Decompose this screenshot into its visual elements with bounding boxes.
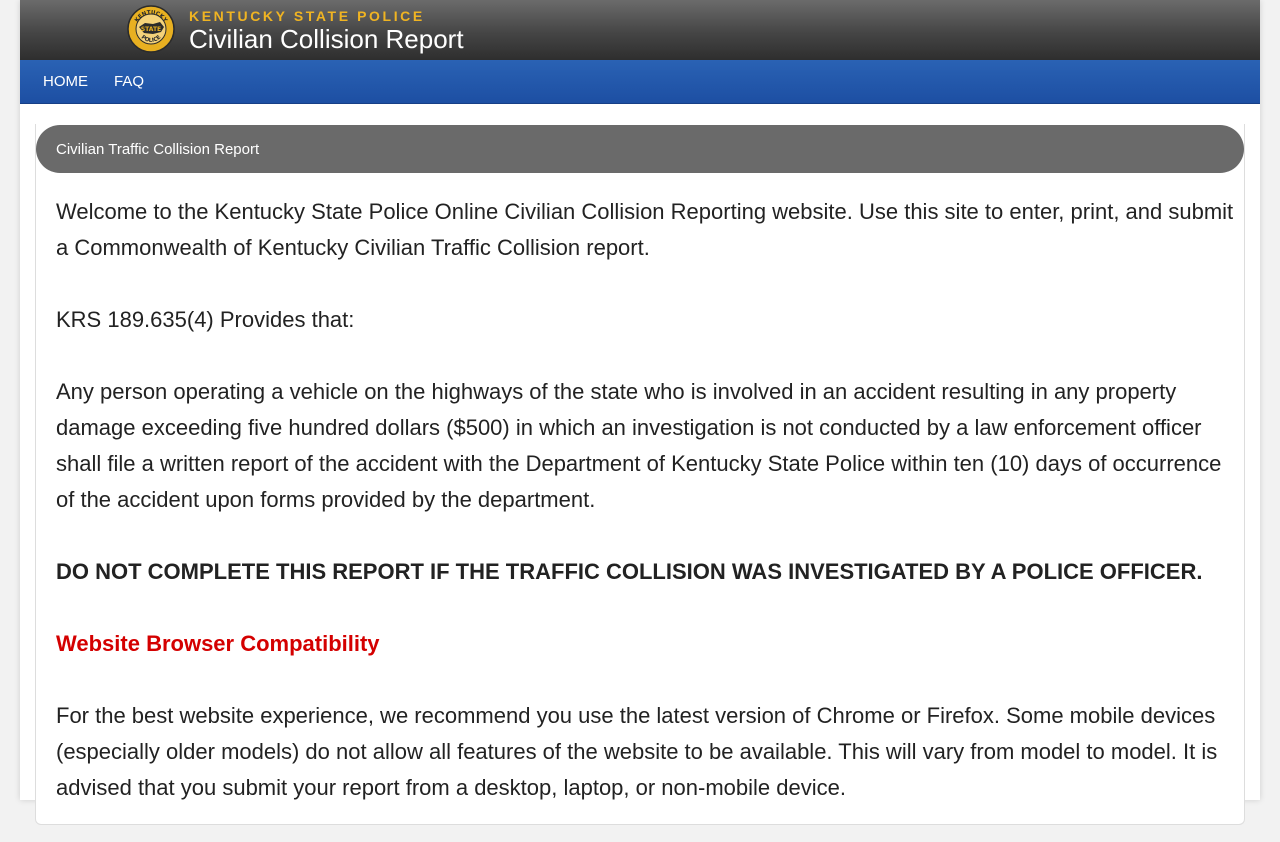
nav-faq-link[interactable]: FAQ: [114, 73, 144, 90]
statute-intro: KRS 189.635(4) Provides that:: [56, 307, 355, 332]
ksp-seal-icon: KENTUCKY STATE POLICE: [127, 5, 175, 53]
site-header: KENTUCKY STATE POLICE KENTUCKY STATE POL…: [20, 0, 1260, 60]
warning-text: DO NOT COMPLETE THIS REPORT IF THE TRAFF…: [56, 559, 1203, 584]
panel-body: Welcome to the Kentucky State Police Onl…: [56, 194, 1236, 842]
compatibility-title: Website Browser Compatibility: [56, 631, 380, 656]
statute-text: Any person operating a vehicle on the hi…: [56, 379, 1222, 512]
compatibility-text: For the best website experience, we reco…: [56, 703, 1218, 800]
main-nav: HOME FAQ: [20, 60, 1260, 104]
app-title: Civilian Collision Report: [189, 24, 464, 54]
nav-home-link[interactable]: HOME: [43, 73, 88, 90]
page-container: KENTUCKY STATE POLICE KENTUCKY STATE POL…: [20, 0, 1260, 825]
panel-heading-title: Civilian Traffic Collision Report: [56, 141, 260, 158]
agency-name: KENTUCKY STATE POLICE: [189, 8, 425, 24]
seal-center-text: STATE: [141, 26, 161, 33]
welcome-text: Welcome to the Kentucky State Police Onl…: [56, 199, 1234, 260]
panel-heading: Civilian Traffic Collision Report: [36, 125, 1244, 173]
